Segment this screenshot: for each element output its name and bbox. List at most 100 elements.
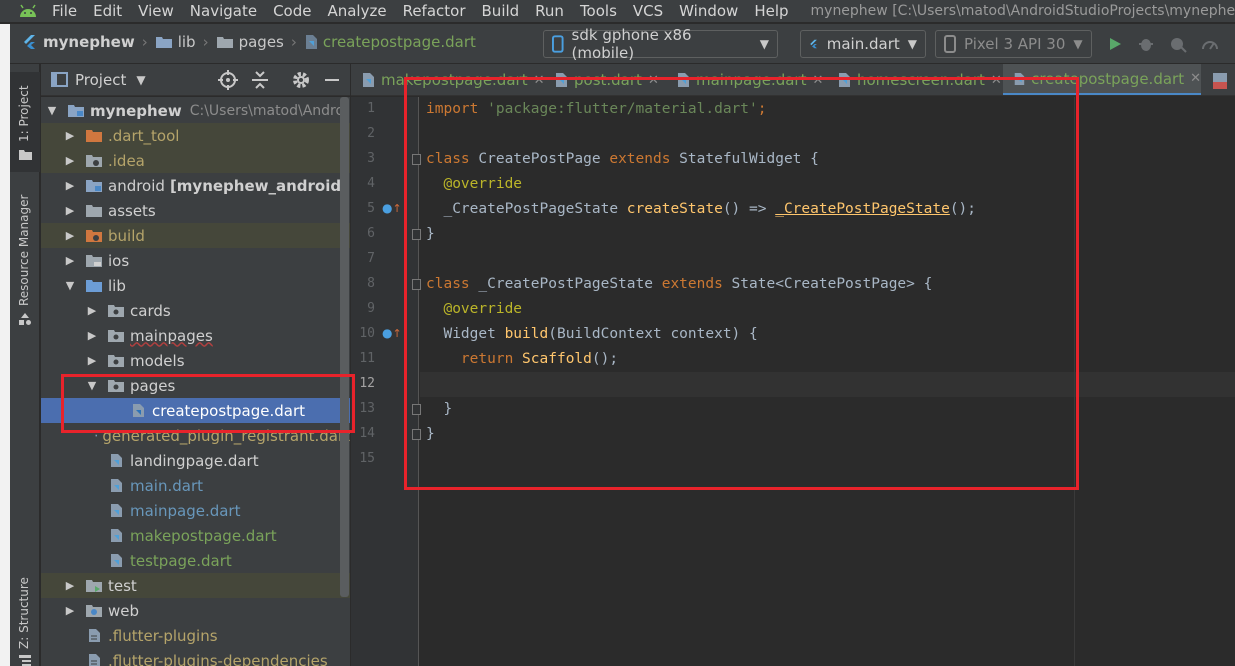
tree-item-label: main.dart xyxy=(130,476,204,495)
chevron-down-icon[interactable]: ▼ xyxy=(136,73,145,87)
folder-icon xyxy=(155,37,172,48)
menu-navigate[interactable]: Navigate xyxy=(190,2,257,20)
tree-item-lib[interactable]: ▼ lib xyxy=(41,273,350,298)
menu-vcs[interactable]: VCS xyxy=(633,2,663,20)
gear-icon[interactable] xyxy=(291,70,311,90)
tree-item-idea[interactable]: ▶ .idea xyxy=(41,148,350,173)
chevron-right-icon[interactable]: ▶ xyxy=(63,604,77,617)
tree-item-makepostpage[interactable]: makepostpage.dart xyxy=(41,523,350,548)
tree-item-models[interactable]: ▶ models xyxy=(41,348,350,373)
breadcrumb-pages[interactable]: pages xyxy=(239,33,284,51)
line-number: 11 xyxy=(359,351,375,366)
settings-folder-icon xyxy=(86,155,102,167)
tree-item-android[interactable]: ▶ android [mynephew_android] xyxy=(41,173,350,198)
chevron-right-icon[interactable]: ▶ xyxy=(63,154,77,167)
project-view-selector[interactable]: Project xyxy=(75,71,126,89)
line-number: 9 xyxy=(367,301,375,316)
tree-item-flutter-plugins[interactable]: .flutter-plugins xyxy=(41,623,350,648)
test-folder-icon xyxy=(86,580,102,592)
profiler-icon[interactable] xyxy=(1200,34,1220,54)
hide-panel-icon[interactable] xyxy=(323,70,341,90)
chevron-right-icon[interactable]: ▶ xyxy=(63,204,77,217)
menu-run[interactable]: Run xyxy=(535,2,564,20)
tree-item-label: mainpage.dart xyxy=(130,501,241,520)
line-number: 3 xyxy=(367,151,375,166)
line-number: 1 xyxy=(367,101,375,116)
chevron-down-icon[interactable]: ▼ xyxy=(63,279,77,292)
tree-item-label: android xyxy=(108,176,165,195)
chevron-right-icon[interactable]: ▶ xyxy=(63,179,77,192)
tree-item-label: .dart_tool xyxy=(108,126,180,145)
structure-icon xyxy=(19,655,31,666)
tree-item-mainpage[interactable]: mainpage.dart xyxy=(41,498,350,523)
debug-icon[interactable] xyxy=(1136,34,1156,54)
module-folder-icon xyxy=(68,105,84,117)
avd-selector[interactable]: Pixel 3 API 30 ▼ xyxy=(935,30,1092,58)
chevron-right-icon[interactable]: ▶ xyxy=(63,579,77,592)
project-tool-tab[interactable]: 1: Project xyxy=(10,72,40,172)
tree-item-dart-tool[interactable]: ▶ .dart_tool xyxy=(41,123,350,148)
highlight-box-tree xyxy=(61,374,355,433)
run-config-selector[interactable]: main.dart ▼ xyxy=(800,30,926,58)
override-marker-icon[interactable]: ●↑ xyxy=(382,326,402,340)
tree-item-mainpages[interactable]: ▶ mainpages xyxy=(41,323,350,348)
tree-item-cards[interactable]: ▶ cards xyxy=(41,298,350,323)
tree-item-flutter-plugins-dependencies[interactable]: .flutter-plugins-dependencies xyxy=(41,648,350,666)
tree-item-mynephew[interactable]: ▼ mynephew C:\Users\matod\Androi xyxy=(41,98,350,123)
project-tree-scrollbar[interactable] xyxy=(340,97,349,597)
menu-build[interactable]: Build xyxy=(482,2,520,20)
device-selector[interactable]: sdk gphone x86 (mobile) ▼ xyxy=(543,26,778,62)
chevron-right-icon[interactable]: ▶ xyxy=(63,129,77,142)
menu-file[interactable]: File xyxy=(52,2,77,20)
menu-edit[interactable]: Edit xyxy=(93,2,122,20)
menu-window[interactable]: Window xyxy=(679,2,738,20)
tree-item-landingpage[interactable]: landingpage.dart xyxy=(41,448,350,473)
tree-item-label: mynephew xyxy=(90,101,182,120)
tree-item-assets[interactable]: ▶ assets xyxy=(41,198,350,223)
tree-item-label: .flutter-plugins-dependencies xyxy=(108,651,328,666)
dropdown-arrow-icon: ▼ xyxy=(1073,37,1083,51)
android-icon xyxy=(18,1,38,21)
menu-analyze[interactable]: Analyze xyxy=(327,2,386,20)
structure-tab[interactable]: Z: Structure xyxy=(10,569,40,666)
tree-item-build[interactable]: ▶ build xyxy=(41,223,350,248)
tree-item-test[interactable]: ▶ test xyxy=(41,573,350,598)
dart-file-icon xyxy=(305,35,317,49)
resource-manager-tab[interactable]: Resource Manager xyxy=(10,184,40,334)
locate-icon[interactable] xyxy=(218,70,238,90)
override-marker-icon[interactable]: ●↑ xyxy=(382,201,402,215)
collapse-all-icon[interactable] xyxy=(251,70,269,90)
line-number: 15 xyxy=(359,451,375,466)
attach-debugger-icon[interactable] xyxy=(1168,34,1188,54)
menu-help[interactable]: Help xyxy=(754,2,788,20)
tree-item-ios[interactable]: ▶ ios xyxy=(41,248,350,273)
web-folder-icon xyxy=(86,605,102,617)
tree-item-testpage[interactable]: testpage.dart xyxy=(41,548,350,573)
package-folder-icon xyxy=(108,305,124,317)
tree-item-label: mainpages xyxy=(130,326,213,345)
yaml-file-icon[interactable] xyxy=(1211,72,1229,90)
chevron-right-icon[interactable]: ▶ xyxy=(85,329,99,342)
chevron-right-icon[interactable]: ▶ xyxy=(85,354,99,367)
breadcrumb-project[interactable]: mynephew xyxy=(43,33,135,51)
chevron-right-icon[interactable]: ▶ xyxy=(63,254,77,267)
tree-item-main[interactable]: main.dart xyxy=(41,473,350,498)
breadcrumb-file[interactable]: createpostpage.dart xyxy=(323,33,476,51)
line-number: 10 xyxy=(359,326,375,341)
breadcrumb-lib[interactable]: lib xyxy=(178,33,196,51)
menu-code[interactable]: Code xyxy=(273,2,311,20)
run-icon[interactable] xyxy=(1105,34,1125,54)
menu-tools[interactable]: Tools xyxy=(580,2,617,20)
chevron-down-icon[interactable]: ▼ xyxy=(45,104,59,117)
chevron-right-icon[interactable]: ▶ xyxy=(85,304,99,317)
dart-file-icon xyxy=(111,479,122,492)
project-view-icon xyxy=(51,72,68,87)
menu-refactor[interactable]: Refactor xyxy=(403,2,466,20)
dropdown-arrow-icon: ▼ xyxy=(759,37,769,51)
folder-icon xyxy=(86,205,102,217)
menu-view[interactable]: View xyxy=(138,2,174,20)
chevron-right-icon[interactable]: ▶ xyxy=(63,229,77,242)
tree-item-web[interactable]: ▶ web xyxy=(41,598,350,623)
tree-item-label: lib xyxy=(108,276,126,295)
close-icon[interactable]: ✕ xyxy=(1190,71,1201,86)
